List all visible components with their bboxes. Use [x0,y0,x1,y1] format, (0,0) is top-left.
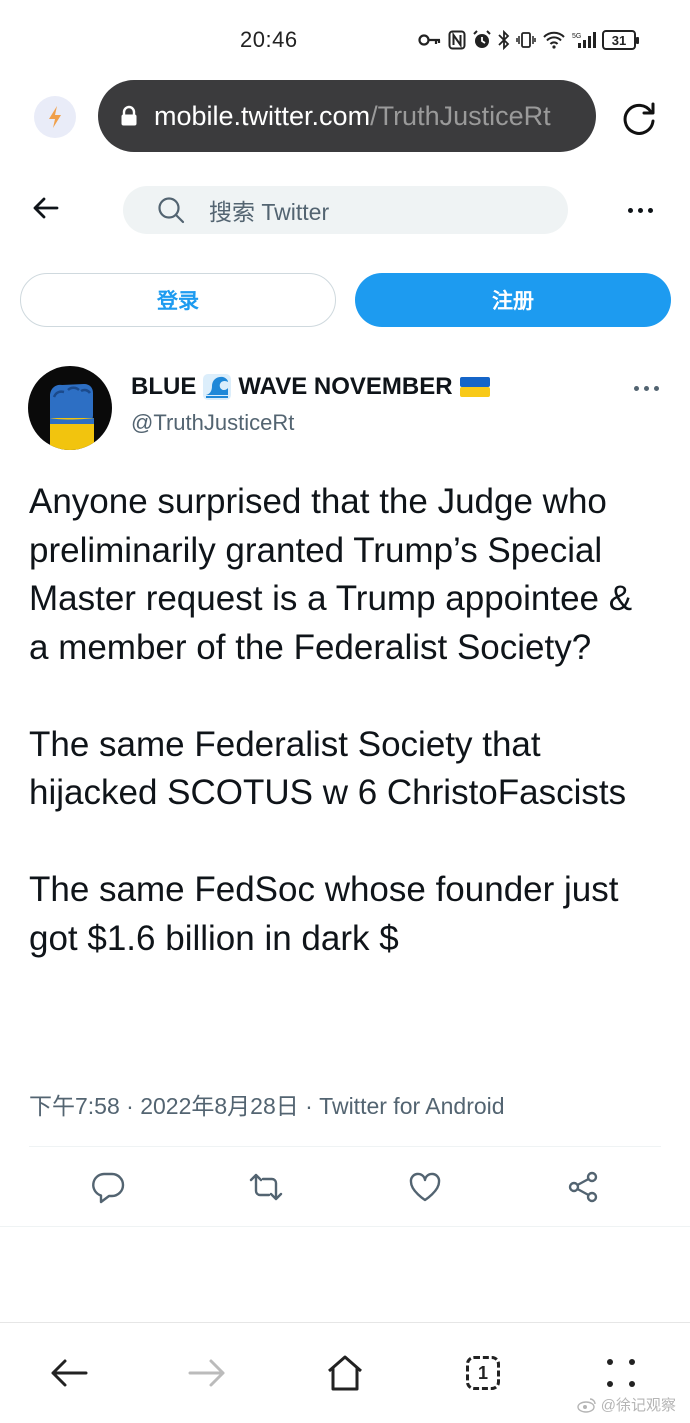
tab-count: 1 [466,1356,500,1390]
arrow-right-icon [188,1359,225,1387]
status-icons: 5G 31 [418,28,639,52]
more-options-button[interactable] [624,198,656,222]
login-button[interactable]: 登录 [20,273,336,327]
signup-button[interactable]: 注册 [355,273,671,327]
tweet-timestamp[interactable]: 下午7:58 · 2022年8月28日 · Twitter for Androi… [29,1087,505,1121]
back-button[interactable] [30,192,62,224]
display-name-part-1: BLUE [131,373,197,400]
bluetooth-icon [498,30,510,50]
battery-indicator: 31 [602,30,639,50]
tweet-actions [0,1162,690,1212]
share-icon [568,1171,598,1203]
tweet-text: Anyone surprised that the Judge who prel… [29,478,659,963]
svg-text:5G: 5G [572,33,581,40]
tweet-more-button[interactable] [630,378,662,398]
url-path: /TruthJusticeRt [370,100,551,131]
retweet-icon [249,1173,283,1201]
reload-icon [623,102,655,135]
wave-emoji-icon [203,374,232,400]
more-dot [643,385,649,391]
status-bar: 20:46 5G 31 [0,0,690,80]
address-bar[interactable]: mobile.twitter.com/TruthJusticeRt [98,80,596,152]
more-dot [637,207,643,213]
watermark: @徐记观察 [577,1394,676,1415]
heart-icon [409,1172,441,1202]
ukraine-flag-icon [459,377,490,397]
browser-bottom-nav: 1 @徐记观察 [0,1322,690,1423]
share-button[interactable] [564,1168,602,1206]
lightning-icon [49,106,61,128]
tweet-paragraph: Anyone surprised that the Judge who prel… [29,482,633,667]
arrow-left-icon [33,197,59,219]
more-dot [647,207,653,213]
browser-bar: mobile.twitter.com/TruthJusticeRt [0,80,690,154]
tweet-paragraph: The same FedSoc whose founder just got $… [29,870,619,958]
search-placeholder: 搜索 Twitter [209,199,330,225]
wifi-icon [543,31,565,49]
alarm-icon [473,30,491,48]
key-icon [418,34,441,46]
lock-icon [121,105,137,126]
reply-icon [92,1172,125,1204]
watermark-text: @徐记观察 [600,1397,676,1414]
lightning-button[interactable] [34,96,76,138]
avatar[interactable] [28,366,112,450]
more-dot [627,207,633,213]
search-icon [158,197,185,224]
divider [0,1226,690,1227]
display-name-part-2: WAVE NOVEMBER [238,373,453,400]
menu-grid-icon [607,1359,635,1387]
nfc-icon [448,30,466,50]
nav-home-button[interactable] [323,1351,367,1395]
username[interactable]: @TruthJusticeRt [131,410,294,436]
signal-icon: 5G [572,32,596,48]
nav-tabs-button[interactable]: 1 [461,1351,505,1395]
reply-button[interactable] [89,1168,127,1206]
vibrate-icon [516,32,536,48]
search-input[interactable]: 搜索 Twitter [123,186,568,234]
home-icon [328,1355,362,1391]
weibo-logo-icon [577,1397,596,1413]
fist-avatar-image [28,366,112,450]
divider [29,1146,661,1147]
reload-button[interactable] [618,96,660,138]
arrow-left-icon [51,1359,88,1387]
more-dot [633,385,639,391]
twitter-header: 搜索 Twitter [0,180,690,240]
tweet-paragraph: The same Federalist Society that hijacke… [29,724,627,813]
display-name[interactable]: BLUE WAVE NOVEMBER [131,373,491,401]
more-dot [653,385,659,391]
status-time: 20:46 [240,27,298,52]
retweet-button[interactable] [247,1168,285,1206]
nav-back-button[interactable] [47,1351,91,1395]
url-host: mobile.twitter.com [154,100,371,131]
like-button[interactable] [406,1168,444,1206]
nav-menu-button[interactable] [599,1351,643,1395]
nav-forward-button[interactable] [185,1351,229,1395]
